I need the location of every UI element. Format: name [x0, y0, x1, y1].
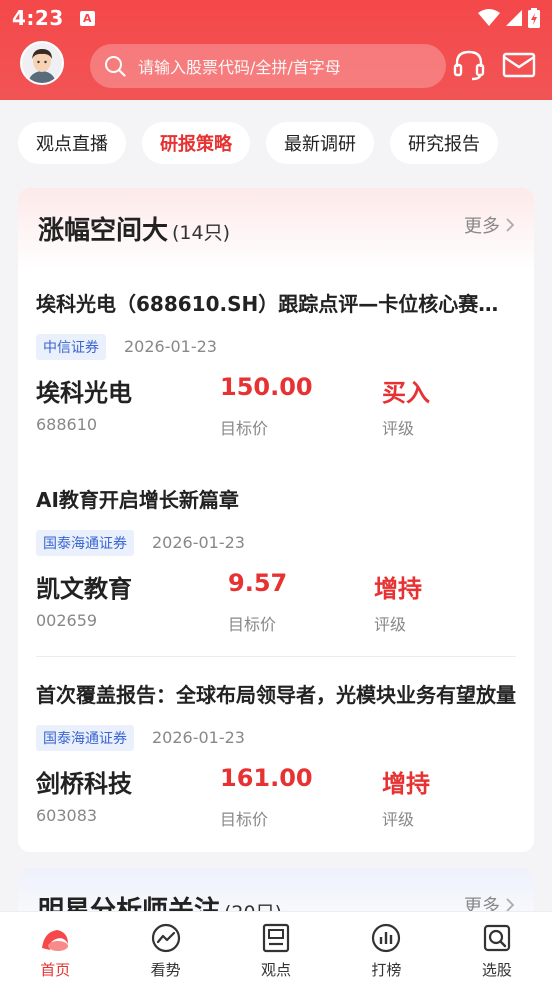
top-header: 4:23 A 请输入股票代码/全拼/首字母	[0, 0, 552, 100]
stock-name: 剑桥科技	[36, 770, 132, 798]
tab-research-report[interactable]: 研究报告	[390, 122, 498, 164]
target-price-label: 目标价	[228, 615, 277, 634]
signal-icon	[506, 10, 522, 26]
target-price: 150.00	[220, 373, 313, 401]
user-avatar[interactable]	[20, 41, 64, 85]
report-meta: 国泰海通证券 2026-01-23	[36, 724, 516, 751]
report-date: 2026-01-23	[124, 337, 217, 356]
report-item[interactable]: 埃科光电（688610.SH）跟踪点评—卡位核心赛道，持续受益 中信证券 202…	[36, 288, 516, 443]
trend-icon	[151, 923, 180, 953]
report-item[interactable]: AI教育开启增长新篇章 国泰海通证券 2026-01-23 凯文教育 00265…	[36, 484, 516, 639]
status-bar: 4:23 A	[0, 0, 552, 36]
target-price-label: 目标价	[220, 810, 269, 829]
chevron-right-icon	[506, 898, 514, 912]
broker-badge: 国泰海通证券	[36, 724, 134, 751]
stock-code: 688610	[36, 415, 98, 434]
report-title: AI教育开启增长新篇章	[36, 488, 239, 512]
rating-value: 买入	[382, 379, 430, 407]
nav-ranking[interactable]: 打榜	[331, 912, 441, 983]
report-meta: 国泰海通证券 2026-01-23	[36, 529, 516, 556]
more-label: 更多	[464, 216, 500, 237]
report-title: 首次覆盖报告：全球布局领导者，光模块业务有望放量	[36, 683, 516, 707]
report-item[interactable]: 首次覆盖报告：全球布局领导者，光模块业务有望放量 国泰海通证券 2026-01-…	[36, 679, 516, 834]
nav-home[interactable]: 首页	[0, 912, 110, 983]
stock-code: 603083	[36, 806, 98, 825]
search-icon	[105, 56, 126, 77]
report-date: 2026-01-23	[152, 533, 245, 552]
report-stats: 剑桥科技 603083 161.00 目标价 增持 评级	[36, 764, 516, 834]
bottom-navigation: 首页 看势 观点 打榜 选股	[0, 911, 552, 983]
nav-label: 看势	[150, 961, 181, 979]
broker-badge: 中信证券	[36, 333, 106, 360]
nav-stock-pick[interactable]: 选股	[442, 912, 552, 983]
report-date: 2026-01-23	[152, 728, 245, 747]
report-title: 埃科光电（688610.SH）跟踪点评—卡位核心赛道，持续受益	[36, 292, 516, 316]
stock-code: 002659	[36, 611, 98, 630]
chevron-right-icon	[506, 218, 514, 232]
broker-badge: 国泰海通证券	[36, 529, 134, 556]
headset-icon[interactable]	[452, 48, 486, 82]
divider	[36, 656, 516, 657]
avatar-icon	[22, 43, 62, 83]
nav-label: 观点	[261, 961, 292, 979]
report-stats: 凯文教育 002659 9.57 目标价 增持 评级	[36, 569, 516, 639]
target-price-label: 目标价	[220, 419, 269, 438]
status-time: 4:23	[12, 6, 64, 30]
card-title: 涨幅空间大 (14只)	[38, 210, 230, 247]
tab-latest-survey[interactable]: 最新调研	[266, 122, 374, 164]
rating-label: 评级	[382, 419, 415, 438]
wifi-icon	[478, 9, 500, 26]
card-title-text: 涨幅空间大	[38, 216, 169, 246]
nav-label: 首页	[40, 961, 71, 979]
nav-label: 选股	[481, 961, 512, 979]
nav-label: 打榜	[371, 961, 402, 979]
nav-trend[interactable]: 看势	[110, 912, 220, 983]
report-stats: 埃科光电 688610 150.00 目标价 买入 评级	[36, 373, 516, 443]
upside-potential-card: 涨幅空间大 (14只) 更多 埃科光电（688610.SH）跟踪点评—卡位核心赛道…	[18, 188, 534, 852]
rating-value: 增持	[374, 575, 422, 603]
category-tabs: 观点直播 研报策略 最新调研 研究报告	[18, 122, 498, 164]
notification-a-icon: A	[79, 10, 95, 26]
rating-value: 增持	[382, 770, 430, 798]
search-bar[interactable]: 请输入股票代码/全拼/首字母	[90, 44, 446, 88]
tab-viewpoint-live[interactable]: 观点直播	[18, 122, 126, 164]
tab-research-strategy[interactable]: 研报策略	[142, 122, 250, 164]
nav-viewpoint[interactable]: 观点	[221, 912, 331, 983]
rating-label: 评级	[382, 810, 415, 829]
card-count: (14只)	[172, 222, 231, 244]
stock-name: 凯文教育	[36, 575, 132, 603]
search-placeholder: 请输入股票代码/全拼/首字母	[138, 58, 341, 77]
target-price: 9.57	[228, 569, 288, 597]
home-icon	[42, 930, 69, 951]
rating-label: 评级	[374, 615, 407, 634]
card-header: 涨幅空间大 (14只) 更多	[18, 188, 534, 270]
mail-icon[interactable]	[502, 48, 536, 82]
report-meta: 中信证券 2026-01-23	[36, 333, 516, 360]
ranking-icon	[372, 923, 401, 953]
stock-name: 埃科光电	[36, 379, 132, 407]
status-icons	[478, 8, 540, 28]
view-icon	[262, 923, 290, 953]
stock-pick-icon	[483, 924, 510, 952]
target-price: 161.00	[220, 764, 313, 792]
more-link[interactable]: 更多	[464, 212, 514, 238]
battery-icon	[528, 8, 540, 28]
